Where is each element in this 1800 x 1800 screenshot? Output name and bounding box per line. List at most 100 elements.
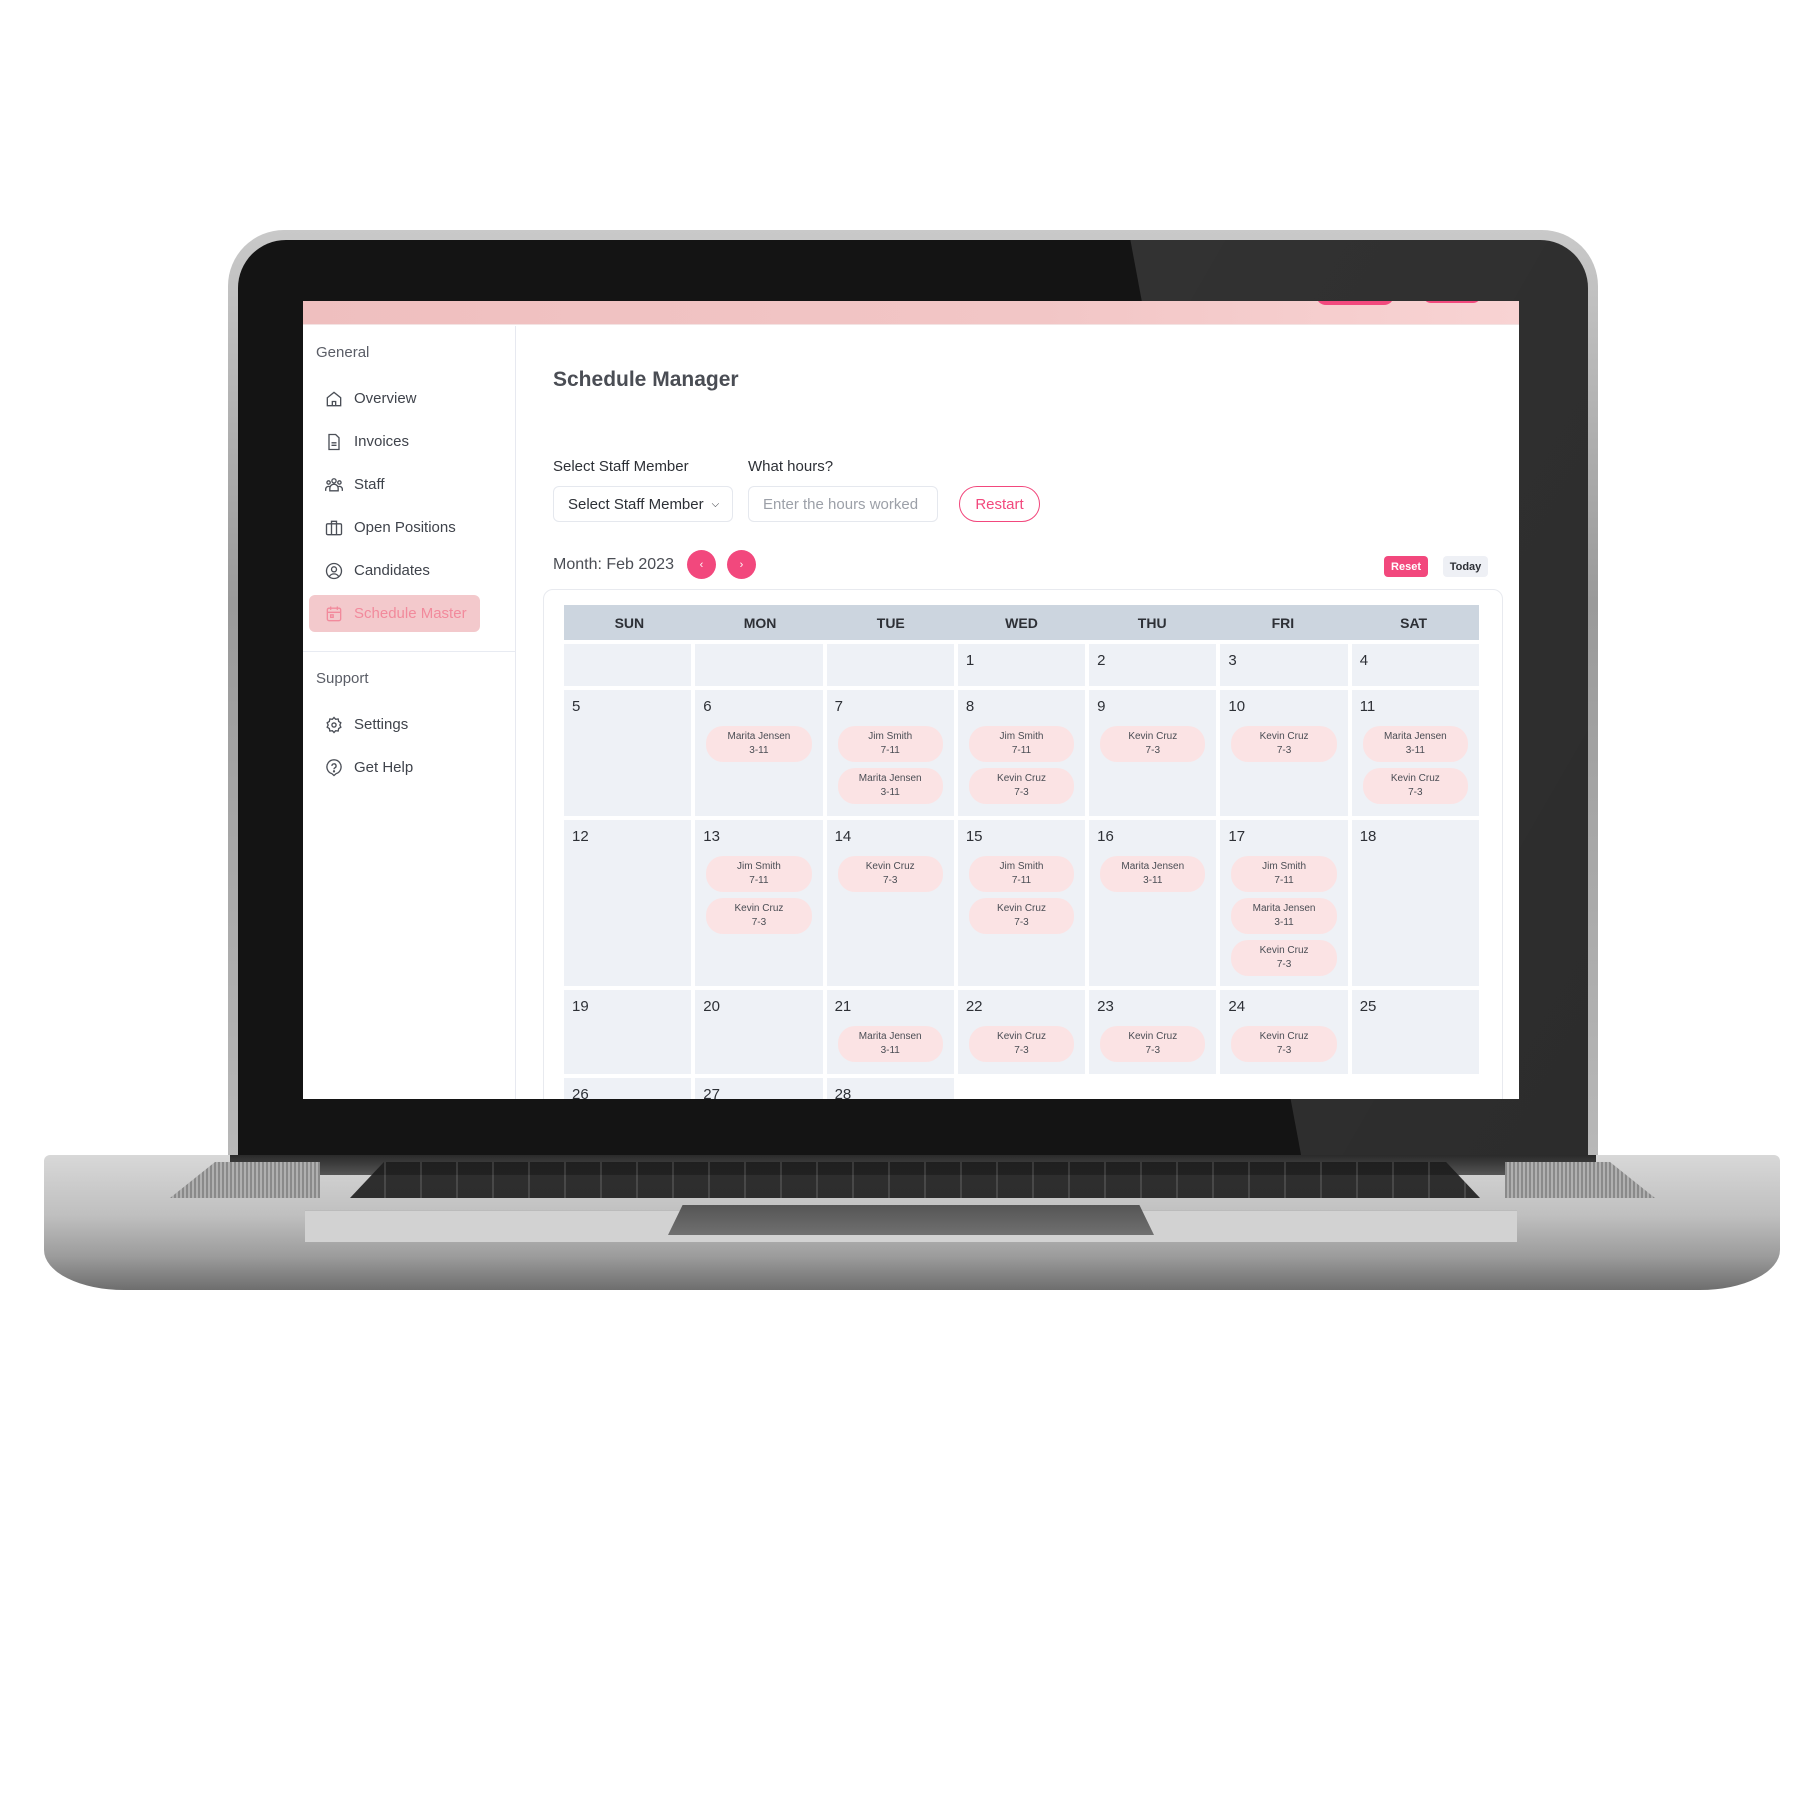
shift-hours: 7-3 — [1408, 787, 1423, 798]
day-number: 17 — [1228, 828, 1246, 845]
calendar-day-cell[interactable]: 19 — [564, 990, 692, 1074]
calendar-day-cell[interactable]: 9 Kevin Cruz 7-3 — [1089, 690, 1217, 816]
sidebar-item-settings[interactable]: Settings — [309, 706, 480, 743]
shift-pill[interactable]: Marita Jensen 3-11 — [837, 768, 943, 804]
hours-label: What hours? — [748, 458, 834, 475]
day-number: 12 — [572, 828, 589, 845]
shift-pill[interactable]: Kevin Cruz 7-3 — [968, 1026, 1075, 1062]
shift-staff-name: Kevin Cruz — [1128, 1031, 1178, 1042]
calendar-day-cell[interactable]: 7 Jim Smith 7-11 Marita Jensen 3-11 — [826, 690, 954, 816]
sidebar-item-open-positions[interactable]: Open Positions — [309, 509, 480, 546]
sidebar-item-label: Invoices — [354, 433, 410, 450]
shift-staff-name: Kevin Cruz — [1259, 1031, 1309, 1042]
sidebar-item-get-help[interactable]: Get Help — [309, 749, 480, 786]
calendar-day-cell[interactable]: 23 Kevin Cruz 7-3 — [1089, 990, 1217, 1074]
hours-input[interactable] — [748, 486, 938, 522]
shift-pill[interactable]: Jim Smith 7-11 — [968, 726, 1075, 762]
sidebar-item-overview[interactable]: Overview — [309, 380, 480, 417]
calendar-day-cell[interactable]: 14 Kevin Cruz 7-3 — [826, 820, 954, 986]
shift-staff-name: Kevin Cruz — [734, 903, 784, 914]
shift-pill[interactable]: Kevin Cruz 7-3 — [1100, 1026, 1206, 1062]
shift-pill[interactable]: Kevin Cruz 7-3 — [1231, 940, 1337, 976]
shift-staff-name: Marita Jensen — [858, 773, 922, 784]
calendar-day-cell[interactable]: 4 — [1351, 644, 1479, 686]
calendar-day-cell[interactable]: 11 Marita Jensen 3-11 Kevin Cruz 7-3 — [1351, 690, 1479, 816]
calendar-day-cell[interactable]: 18 — [1351, 820, 1479, 986]
calendar-empty-cell — [826, 644, 954, 686]
restart-button[interactable]: Restart — [959, 486, 1040, 522]
day-number: 6 — [703, 698, 712, 715]
next-month-button[interactable]: › — [727, 550, 756, 579]
calendar-day-cell[interactable]: 3 — [1220, 644, 1348, 686]
calendar-day-cell[interactable]: 28 — [826, 1078, 954, 1099]
calendar-day-cell[interactable]: 12 — [564, 820, 692, 986]
shift-pill[interactable]: Kevin Cruz 7-3 — [1231, 1026, 1337, 1062]
shift-pill[interactable]: Jim Smith 7-11 — [837, 726, 943, 762]
calendar-day-cell[interactable]: 1 — [957, 644, 1086, 686]
shift-pill[interactable]: Kevin Cruz 7-3 — [1100, 726, 1206, 762]
app-screen: General Overview Invoices Staff Open Pos… — [303, 301, 1519, 1099]
shift-hours: 7-3 — [751, 917, 767, 928]
day-number: 20 — [703, 998, 720, 1015]
calendar-day-cell[interactable]: 27 — [695, 1078, 823, 1099]
page-title: Schedule Manager — [553, 368, 739, 391]
shift-pill[interactable]: Marita Jensen 3-11 — [1362, 726, 1468, 762]
shift-hours: 7-3 — [1145, 745, 1160, 756]
sidebar-item-staff[interactable]: Staff — [309, 466, 480, 503]
calendar-day-cell[interactable]: 13 Jim Smith 7-11 Kevin Cruz 7-3 — [695, 820, 823, 986]
shift-staff-name: Jim Smith — [1262, 861, 1307, 872]
shift-pill[interactable]: Marita Jensen 3-11 — [837, 1026, 943, 1062]
shift-staff-name: Kevin Cruz — [1259, 731, 1309, 742]
calendar-day-cell[interactable]: 24 Kevin Cruz 7-3 — [1220, 990, 1348, 1074]
briefcase-icon — [325, 520, 343, 535]
shift-hours: 7-3 — [1014, 917, 1029, 928]
sidebar-item-candidates[interactable]: Candidates — [309, 552, 480, 589]
shift-pill[interactable]: Kevin Cruz 7-3 — [1362, 768, 1468, 804]
sidebar-item-label: Staff — [354, 476, 385, 493]
shift-staff-name: Kevin Cruz — [1259, 945, 1309, 956]
shift-pill[interactable]: Jim Smith 7-11 — [968, 856, 1075, 892]
shift-hours: 7-11 — [1011, 745, 1032, 756]
calendar-day-cell[interactable]: 21 Marita Jensen 3-11 — [826, 990, 954, 1074]
weekday-label: TUE — [876, 614, 905, 631]
calendar-day-cell[interactable]: 15 Jim Smith 7-11 Kevin Cruz 7-3 — [957, 820, 1086, 986]
top-header-bar — [303, 301, 1519, 325]
shift-pill[interactable]: Kevin Cruz 7-3 — [968, 898, 1075, 934]
calendar-day-cell[interactable]: 6 Marita Jensen 3-11 — [695, 690, 823, 816]
sidebar-item-label: Candidates — [354, 562, 430, 579]
calendar-day-cell[interactable]: 8 Jim Smith 7-11 Kevin Cruz 7-3 — [957, 690, 1086, 816]
day-number — [703, 652, 814, 674]
header-secondary-button[interactable] — [1423, 301, 1481, 303]
users-icon — [325, 477, 343, 491]
shift-pill[interactable]: Kevin Cruz 7-3 — [968, 768, 1075, 804]
calendar-day-cell[interactable]: 17 Jim Smith 7-11 Marita Jensen 3-11 Kevin Cr… — [1220, 820, 1348, 986]
shift-hours: 3-11 — [1274, 917, 1294, 928]
staff-member-select[interactable]: Select Staff Member ⌵ — [553, 486, 733, 522]
sidebar-item-label: Get Help — [354, 759, 414, 776]
calendar-day-cell[interactable]: 2 — [1089, 644, 1217, 686]
sidebar-item-invoices[interactable]: Invoices — [309, 423, 480, 460]
shift-pill[interactable]: Kevin Cruz 7-3 — [706, 898, 812, 934]
shift-staff-name: Kevin Cruz — [865, 861, 915, 872]
shift-pill[interactable]: Marita Jensen 3-11 — [1231, 898, 1337, 934]
weekday-label: SUN — [614, 614, 645, 631]
shift-pill[interactable]: Kevin Cruz 7-3 — [837, 856, 943, 892]
calendar-day-cell[interactable]: 20 — [695, 990, 823, 1074]
calendar-day-cell[interactable]: 22 Kevin Cruz 7-3 — [957, 990, 1086, 1074]
header-primary-button[interactable] — [1316, 301, 1394, 305]
today-button[interactable]: Today — [1443, 556, 1488, 577]
shift-pill[interactable]: Marita Jensen 3-11 — [1100, 856, 1206, 892]
reset-button[interactable]: Reset — [1384, 556, 1428, 577]
calendar-day-cell[interactable]: 5 — [564, 690, 692, 816]
day-number: 13 — [703, 828, 720, 845]
sidebar-item-schedule-master[interactable]: Schedule Master — [309, 595, 480, 632]
calendar-day-cell[interactable]: 26 — [564, 1078, 692, 1099]
shift-pill[interactable]: Kevin Cruz 7-3 — [1231, 726, 1337, 762]
calendar-day-cell[interactable]: 25 — [1351, 990, 1479, 1074]
calendar-day-cell[interactable]: 16 Marita Jensen 3-11 — [1089, 820, 1217, 986]
calendar-day-cell[interactable]: 10 Kevin Cruz 7-3 — [1220, 690, 1348, 816]
shift-pill[interactable]: Jim Smith 7-11 — [1231, 856, 1337, 892]
shift-pill[interactable]: Marita Jensen 3-11 — [706, 726, 812, 762]
prev-month-button[interactable]: ‹ — [687, 550, 716, 579]
shift-pill[interactable]: Jim Smith 7-11 — [706, 856, 812, 892]
